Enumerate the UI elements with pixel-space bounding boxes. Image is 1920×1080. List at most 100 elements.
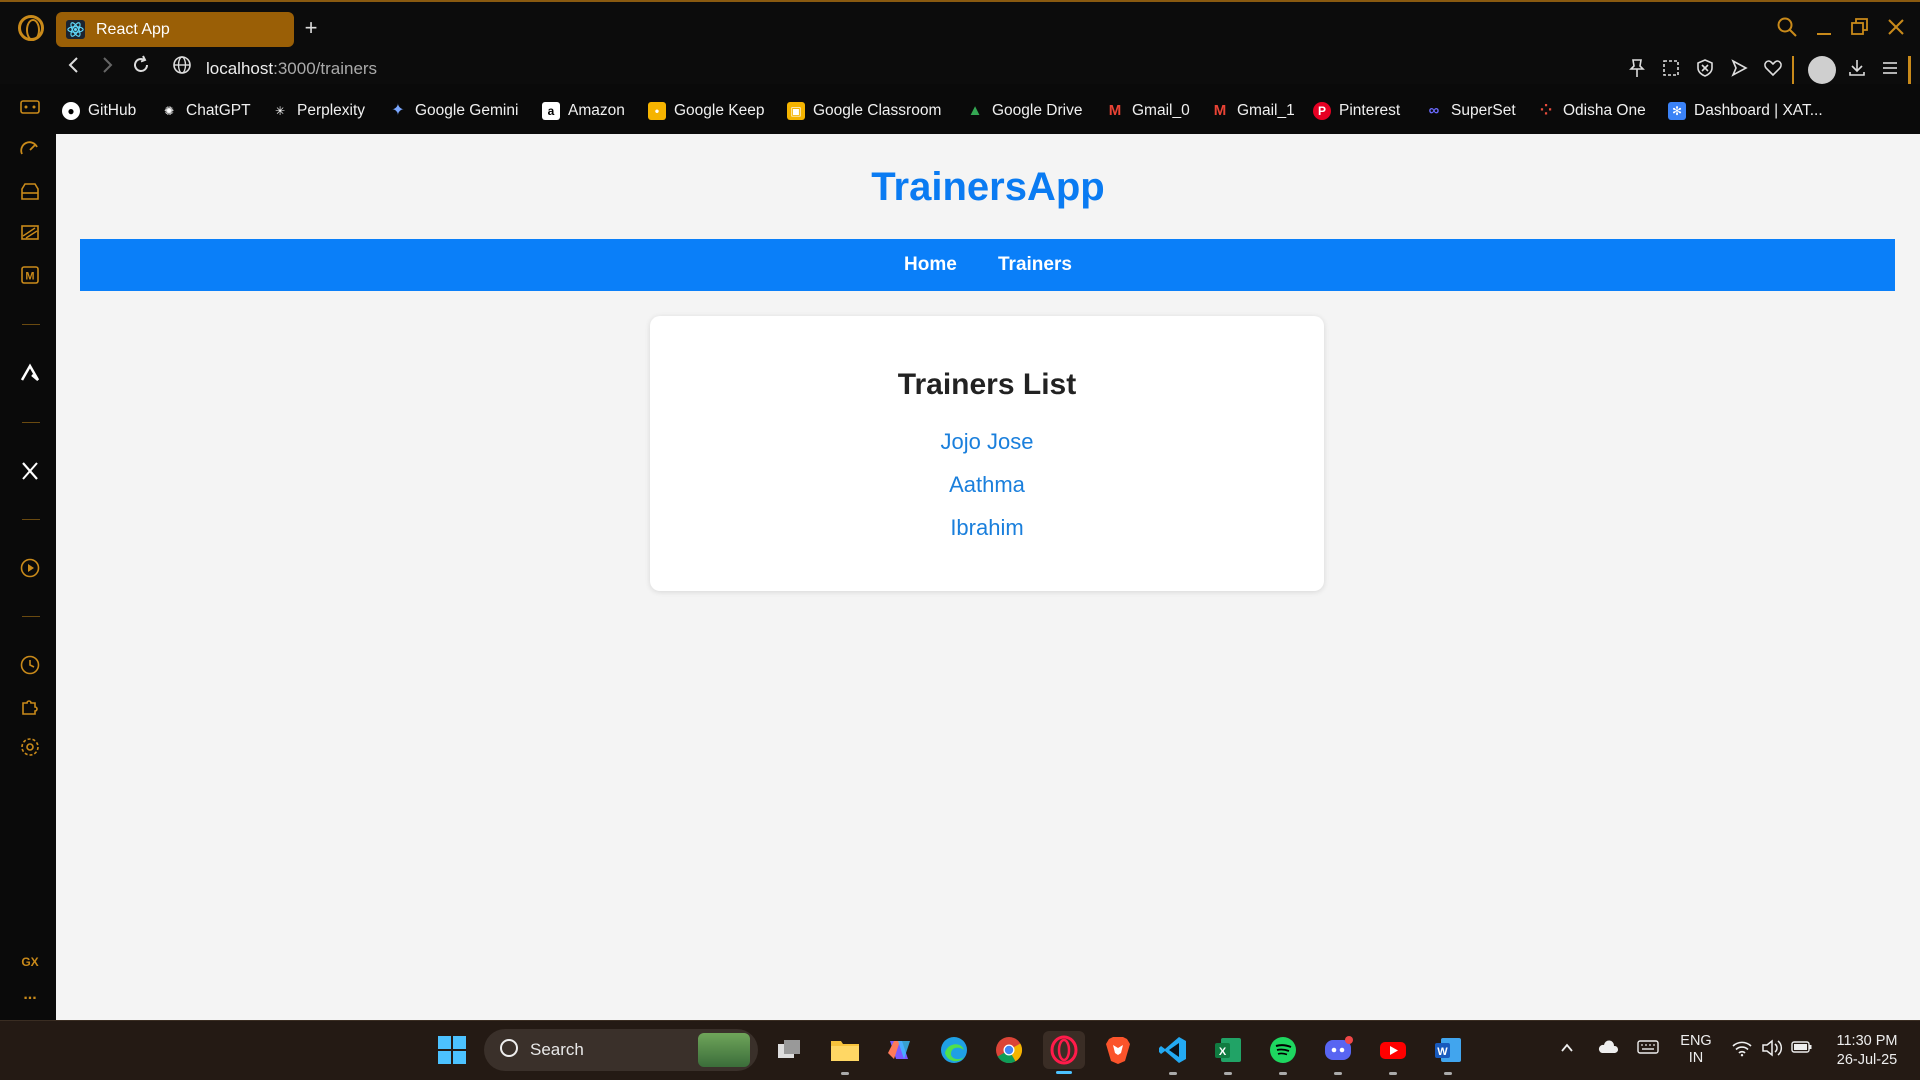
superset-icon: ∞: [1428, 102, 1440, 119]
bookmark-dashboard-xat[interactable]: ✻ Dashboard | XAT...: [1668, 96, 1823, 126]
file-explorer-icon[interactable]: [826, 1031, 864, 1075]
bookmark-google-classroom[interactable]: ▣ Google Classroom: [787, 96, 941, 126]
minimize-icon[interactable]: [1812, 16, 1836, 40]
new-tab-button[interactable]: +: [300, 17, 322, 40]
bookmark-superset[interactable]: ∞ SuperSet: [1425, 96, 1516, 126]
sidebar-divider: [22, 616, 40, 617]
easy-setup-menu-icon[interactable]: [1878, 58, 1902, 82]
windows-start-icon[interactable]: [433, 1031, 471, 1069]
nav-trainers-link[interactable]: Trainers: [998, 254, 1072, 276]
word-icon[interactable]: W: [1429, 1031, 1467, 1075]
gmail-icon: M: [1108, 102, 1122, 119]
pin-icon[interactable]: [1625, 58, 1649, 82]
tray-chevron-up-icon[interactable]: [1556, 1039, 1578, 1061]
bookmark-perplexity[interactable]: ✳ Perplexity: [271, 96, 365, 126]
url-host: localhost: [206, 59, 274, 78]
chatgpt-icon: ✺: [163, 104, 175, 118]
back-icon[interactable]: [61, 54, 87, 84]
running-indicator: [1279, 1072, 1287, 1075]
browser-tab-react-app[interactable]: React App: [56, 12, 294, 47]
bookmark-google-drive[interactable]: ▲ Google Drive: [966, 96, 1083, 126]
battery-icon[interactable]: [1790, 1039, 1814, 1061]
spotify-icon[interactable]: [1264, 1031, 1302, 1075]
trainer-link-jojo-jose[interactable]: Jojo Jose: [650, 429, 1324, 455]
bookmark-chatgpt[interactable]: ✺ ChatGPT: [160, 96, 251, 126]
bookmarks-bar: ● GitHub ✺ ChatGPT ✳ Perplexity ✦ Google…: [56, 96, 1916, 126]
settings-gear-icon[interactable]: [18, 736, 42, 760]
bookmark-google-keep[interactable]: • Google Keep: [648, 96, 765, 126]
bookmark-google-gemini[interactable]: ✦ Google Gemini: [389, 96, 518, 126]
restore-icon[interactable]: [1848, 16, 1872, 40]
heart-icon[interactable]: [1761, 58, 1785, 82]
bookmark-label: GitHub: [88, 102, 137, 119]
reload-icon[interactable]: [128, 54, 154, 84]
brave-icon[interactable]: [1099, 1031, 1137, 1069]
gx-label[interactable]: GX: [18, 950, 42, 974]
opera-gx-logo-icon[interactable]: [18, 15, 44, 41]
aria-icon[interactable]: [18, 362, 42, 386]
x-twitter-icon[interactable]: [18, 460, 42, 484]
amazon-icon: a: [542, 102, 560, 120]
trainer-link-ibrahim[interactable]: Ibrahim: [650, 515, 1324, 541]
bookmark-github[interactable]: ● GitHub: [62, 96, 136, 126]
clock[interactable]: 11:30 PM 26-Jul-25: [1822, 1032, 1912, 1070]
clock-date: 26-Jul-25: [1836, 1052, 1898, 1068]
tab-title: React App: [96, 21, 170, 38]
volume-icon[interactable]: [1760, 1039, 1784, 1061]
bookmark-label: Perplexity: [297, 102, 366, 119]
adblock-shield-icon[interactable]: [1693, 58, 1717, 82]
bookmark-gmail-0[interactable]: M Gmail_0: [1106, 96, 1190, 126]
bookmark-gmail-1[interactable]: M Gmail_1: [1211, 96, 1295, 126]
running-indicator: [1444, 1072, 1452, 1075]
vscode-icon[interactable]: [1154, 1031, 1192, 1075]
language-indicator[interactable]: ENG IN: [1672, 1033, 1720, 1067]
search-icon[interactable]: [1775, 16, 1799, 40]
copilot-icon[interactable]: [880, 1031, 918, 1069]
extensions-puzzle-icon[interactable]: [18, 695, 42, 719]
site-info-globe-icon[interactable]: [169, 54, 195, 84]
trainers-list-title: Trainers List: [897, 368, 1077, 401]
discord-icon[interactable]: [1319, 1031, 1357, 1075]
bookmark-label: Amazon: [568, 102, 625, 119]
running-indicator: [1389, 1072, 1397, 1075]
trainer-link-aathma[interactable]: Aathma: [650, 472, 1324, 498]
page-viewport: TrainersApp Home Trainers Trainers List …: [56, 134, 1920, 1020]
gx-corner-icon[interactable]: [18, 222, 42, 246]
gx-control-icon[interactable]: [18, 98, 42, 122]
bookmark-odisha-one[interactable]: ⁘ Odisha One: [1537, 96, 1646, 126]
excel-icon[interactable]: X: [1209, 1031, 1247, 1075]
onedrive-cloud-icon[interactable]: [1596, 1039, 1620, 1061]
wifi-icon[interactable]: [1730, 1039, 1754, 1061]
sidebar-divider: [22, 324, 40, 325]
opera-gx-taskbar-icon[interactable]: [1043, 1031, 1085, 1074]
sidebar-more-icon[interactable]: ...: [18, 987, 42, 1012]
history-clock-icon[interactable]: [18, 654, 42, 678]
close-icon[interactable]: [1884, 16, 1908, 40]
chrome-icon[interactable]: [990, 1031, 1028, 1069]
url-path: :3000/trainers: [273, 59, 378, 78]
keyboard-icon[interactable]: [1636, 1039, 1660, 1061]
bookmark-pinterest[interactable]: P Pinterest: [1313, 96, 1400, 126]
gx-store-icon[interactable]: [18, 181, 42, 205]
active-indicator: [1056, 1071, 1072, 1074]
gx-m-icon[interactable]: M: [18, 264, 42, 288]
youtube-icon[interactable]: [1374, 1031, 1412, 1075]
nav-home-link[interactable]: Home: [904, 254, 957, 276]
edge-icon[interactable]: [935, 1031, 973, 1069]
task-view-icon[interactable]: [771, 1031, 809, 1069]
bookmark-label: Pinterest: [1339, 102, 1401, 119]
player-icon[interactable]: [18, 557, 42, 581]
bookmark-amazon[interactable]: a Amazon: [542, 96, 625, 126]
forward-icon[interactable]: [94, 54, 120, 84]
clock-time: 11:30 PM: [1836, 1033, 1898, 1049]
bookmark-label: Gmail_0: [1132, 102, 1190, 119]
gx-speed-icon[interactable]: [18, 139, 42, 163]
taskbar-search-box[interactable]: Search: [484, 1029, 758, 1071]
snapshot-icon[interactable]: [1659, 58, 1683, 82]
download-icon[interactable]: [1845, 58, 1869, 82]
profile-avatar[interactable]: [1808, 56, 1836, 84]
send-icon[interactable]: [1727, 58, 1751, 82]
url-field[interactable]: localhost:3000/trainers: [206, 59, 377, 79]
pinterest-icon: P: [1313, 102, 1331, 120]
gmail-icon: M: [1213, 102, 1227, 119]
